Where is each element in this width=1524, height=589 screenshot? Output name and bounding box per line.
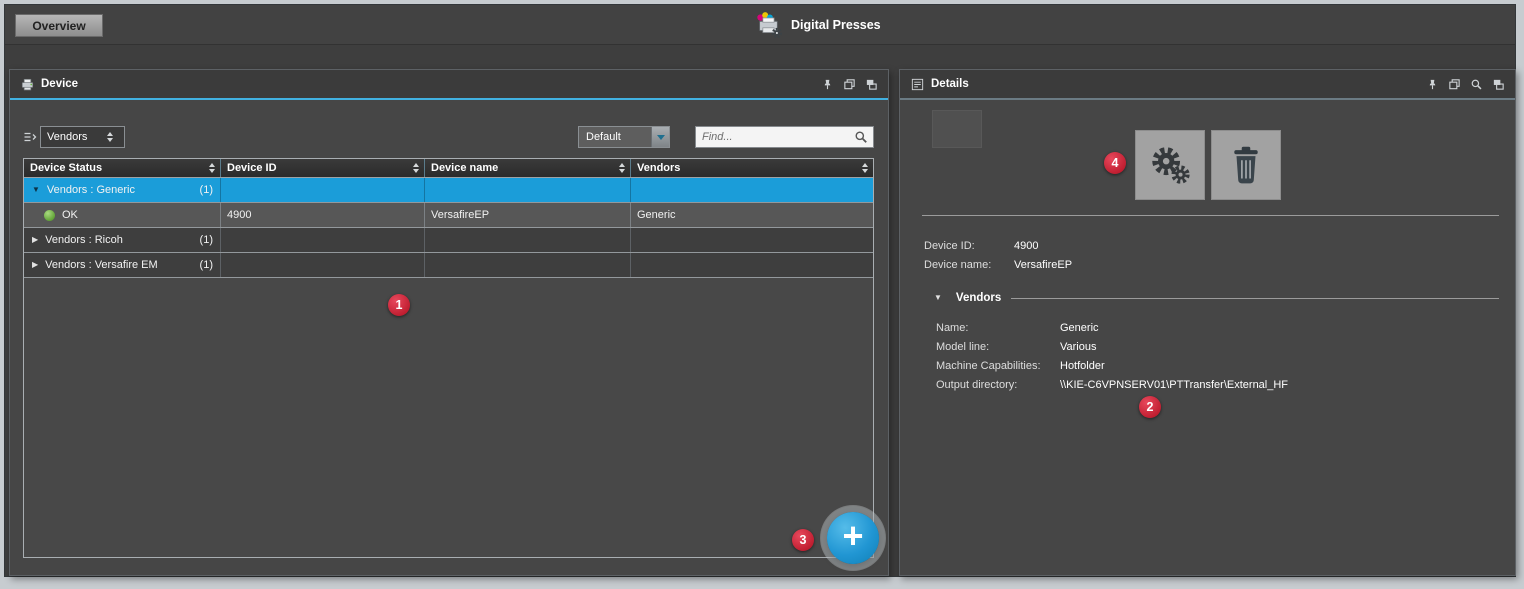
field-label: Output directory: [936,379,1060,391]
group-by-selector[interactable]: Vendors [40,126,125,148]
column-header-vendors[interactable]: Vendors [631,159,873,177]
details-panel-title: Details [931,78,969,90]
float-panel-icon[interactable] [865,78,878,91]
float-panel-icon[interactable] [1492,78,1505,91]
vendor-output-directory-field: Output directory:\\KIE-C6VPNSERV01\PTTra… [936,379,1288,391]
find-box [695,126,874,148]
app-title-group: Digital Presses [753,5,881,45]
field-value: Generic [1060,322,1099,334]
group-count: (1) [200,234,213,246]
device-panel-controls [821,78,878,91]
printer-icon [20,77,35,92]
annotation-callout-1: 1 [388,294,410,316]
details-form-icon [910,77,925,92]
cell-vendors: Generic [631,203,873,227]
field-value: Hotfolder [1060,360,1105,372]
sort-arrows-icon [413,163,419,173]
app-window: Overview Digital Presses [4,4,1516,577]
chevron-down-icon[interactable] [651,127,669,147]
field-label: Machine Capabilities: [936,360,1060,372]
top-bar: Overview Digital Presses [5,5,1515,45]
page-title: Digital Presses [791,18,881,32]
group-label: Vendors : Versafire EM [45,259,158,271]
field-value: 4900 [1014,240,1038,252]
group-label: Vendors : Ricoh [45,234,123,246]
expand-closed-icon[interactable]: ▶ [32,261,38,269]
field-label: Device ID: [924,240,1014,252]
pin-icon[interactable] [821,78,834,91]
search-icon[interactable] [854,130,868,144]
sort-arrows-icon [209,163,215,173]
field-label: Device name: [924,259,1014,271]
vendor-model-line-field: Model line:Various [936,341,1096,353]
group-count: (1) [200,259,213,271]
expand-open-icon[interactable]: ▼ [32,186,40,194]
group-count: (1) [200,184,213,196]
cell-device-name: VersafireEP [425,203,631,227]
field-value: Various [1060,341,1096,353]
details-panel: Details [899,69,1516,576]
find-input[interactable] [696,131,854,143]
vendor-name-field: Name:Generic [936,322,1099,334]
column-label: Device Status [30,162,102,174]
field-label: Model line: [936,341,1060,353]
add-device-button[interactable]: + [827,512,879,564]
details-panel-header: Details [900,70,1515,100]
table-row-device-4900[interactable]: OK 4900 VersafireEP Generic [24,203,873,228]
column-header-device-id[interactable]: Device ID [221,159,425,177]
gears-icon [1147,142,1193,188]
field-label: Name: [936,322,1060,334]
field-value: \\KIE-C6VPNSERV01\PTTransfer\External_HF [1060,379,1288,391]
table-row-group-generic[interactable]: ▼ Vendors : Generic (1) [24,178,873,203]
device-panel-header: Device [10,70,888,100]
group-label: Vendors : Generic [47,184,135,196]
vendors-section-title: Vendors [956,292,1001,304]
column-header-device-status[interactable]: Device Status [24,159,221,177]
status-text: OK [62,209,78,221]
preset-selector[interactable]: Default [578,126,670,148]
table-header: Device Status Device ID Device name Vend… [24,159,873,178]
device-panel: Device Vendors Default [9,69,889,576]
column-label: Device name [431,162,498,174]
device-panel-title: Device [41,78,78,90]
device-name-field: Device name:VersafireEP [924,259,1072,271]
expand-open-icon[interactable]: ▼ [934,294,942,302]
delete-button[interactable] [1211,130,1281,200]
restore-window-icon[interactable] [843,78,856,91]
annotation-callout-4: 4 [1104,152,1126,174]
expand-closed-icon[interactable]: ▶ [32,236,38,244]
section-rule [1011,298,1499,299]
restore-window-icon[interactable] [1448,78,1461,91]
column-header-device-name[interactable]: Device name [425,159,631,177]
preset-value: Default [586,131,621,143]
details-panel-controls [1426,78,1505,91]
sort-arrows-icon [107,132,113,142]
column-label: Device ID [227,162,277,174]
pin-icon[interactable] [1426,78,1439,91]
overview-button[interactable]: Overview [15,14,103,37]
field-value: VersafireEP [1014,259,1072,271]
cell-device-id: 4900 [221,203,425,227]
trash-icon [1227,144,1265,186]
annotation-callout-2: 2 [1139,396,1161,418]
table-row-group-versafire-em[interactable]: ▶ Vendors : Versafire EM (1) [24,253,873,278]
vendor-machine-capabilities-field: Machine Capabilities:Hotfolder [936,360,1105,372]
plus-icon: + [842,518,863,554]
zoom-icon[interactable] [1470,78,1483,91]
device-preview-placeholder [932,110,982,148]
group-by-value: Vendors [47,131,87,143]
status-ok-icon [44,210,55,221]
device-id-field: Device ID:4900 [924,240,1038,252]
details-separator [922,215,1499,216]
sort-arrows-icon [619,163,625,173]
group-by-icon [22,129,38,150]
settings-button[interactable] [1135,130,1205,200]
annotation-callout-3: 3 [792,529,814,551]
device-table: Device Status Device ID Device name Vend… [23,158,874,558]
digital-presses-icon [753,10,783,40]
table-row-group-ricoh[interactable]: ▶ Vendors : Ricoh (1) [24,228,873,253]
column-label: Vendors [637,162,680,174]
vendors-section-header[interactable]: ▼ Vendors [934,292,1499,304]
sort-arrows-icon [862,163,868,173]
